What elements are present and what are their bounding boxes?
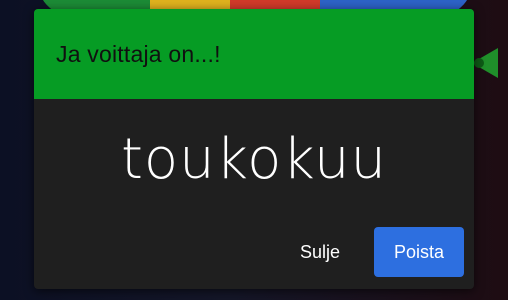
- remove-button[interactable]: Poista: [374, 227, 464, 277]
- winner-dialog: Ja voittaja on...! toukokuu Sulje Poista: [34, 9, 474, 289]
- dialog-header: Ja voittaja on...!: [34, 9, 474, 99]
- close-button[interactable]: Sulje: [288, 228, 352, 277]
- pointer-pin-icon: [474, 58, 484, 68]
- dialog-actions: Sulje Poista: [288, 227, 464, 277]
- winner-text: toukokuu: [120, 127, 388, 192]
- dialog-title: Ja voittaja on...!: [56, 40, 221, 67]
